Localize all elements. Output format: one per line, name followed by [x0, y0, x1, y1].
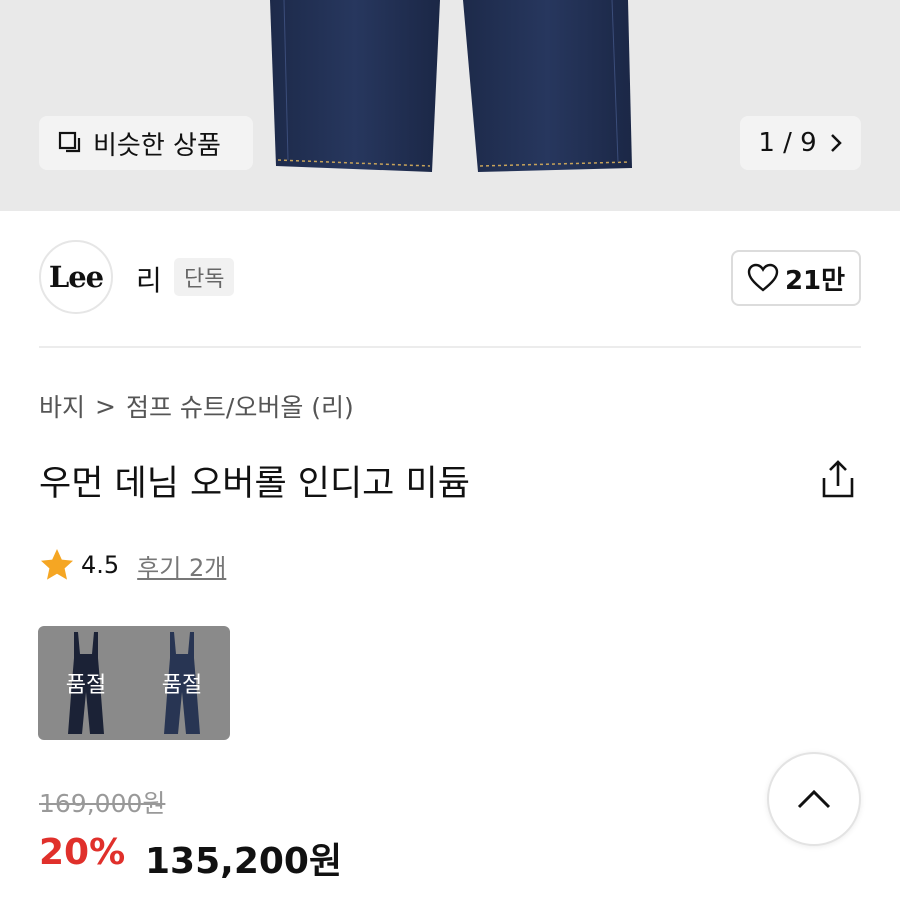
copy-icon	[58, 131, 81, 153]
like-count: 21만	[784, 265, 846, 296]
breadcrumb-item-pants[interactable]: 바지	[39, 388, 85, 424]
brand-logo[interactable]: Lee	[39, 240, 113, 314]
breadcrumb: 바지 > 점프 슈트/오버올 (리)	[39, 388, 354, 424]
brand-name[interactable]: 리	[136, 259, 162, 299]
divider	[39, 346, 861, 348]
sale-price: 135,200원	[145, 841, 343, 882]
sold-out-label: 품절	[65, 673, 107, 698]
chevron-right-icon	[830, 134, 842, 152]
scroll-to-top-button[interactable]	[767, 752, 861, 846]
variant-thumbnails: 품절 품절	[38, 626, 230, 740]
original-price: 169,000원	[39, 789, 166, 818]
discount-rate: 20%	[39, 832, 126, 873]
product-image	[270, 0, 632, 172]
breadcrumb-item-jumpsuit[interactable]: 점프 슈트/오버올 (리)	[126, 388, 354, 424]
breadcrumb-separator: >	[95, 391, 116, 421]
image-pager-button[interactable]: 1 / 9	[740, 116, 861, 170]
heart-icon	[747, 263, 779, 292]
product-image-gallery[interactable]: 비슷한 상품 1 / 9	[0, 0, 900, 211]
exclusive-badge: 단독	[174, 258, 235, 296]
share-icon[interactable]	[814, 456, 862, 504]
similar-products-label: 비슷한 상품	[93, 130, 221, 161]
star-icon	[41, 549, 73, 580]
sold-out-label: 품절	[161, 673, 203, 698]
reviews-link[interactable]: 후기 2개	[137, 548, 226, 583]
brand-row: Lee 리 단독 21만	[0, 211, 900, 347]
similar-products-button[interactable]: 비슷한 상품	[39, 116, 253, 170]
product-title: 우먼 데님 오버롤 인디고 미듐	[39, 464, 470, 504]
chevron-up-icon	[797, 789, 831, 809]
variant-thumbnail[interactable]: 품절	[134, 626, 230, 740]
brand-logo-text: Lee	[48, 260, 104, 294]
like-button[interactable]: 21만	[731, 250, 861, 306]
rating-row: 4.5 후기 2개	[39, 547, 226, 583]
rating-score: 4.5	[81, 551, 120, 579]
variant-thumbnail[interactable]: 품절	[38, 626, 134, 740]
image-pager-text: 1 / 9	[758, 128, 817, 158]
